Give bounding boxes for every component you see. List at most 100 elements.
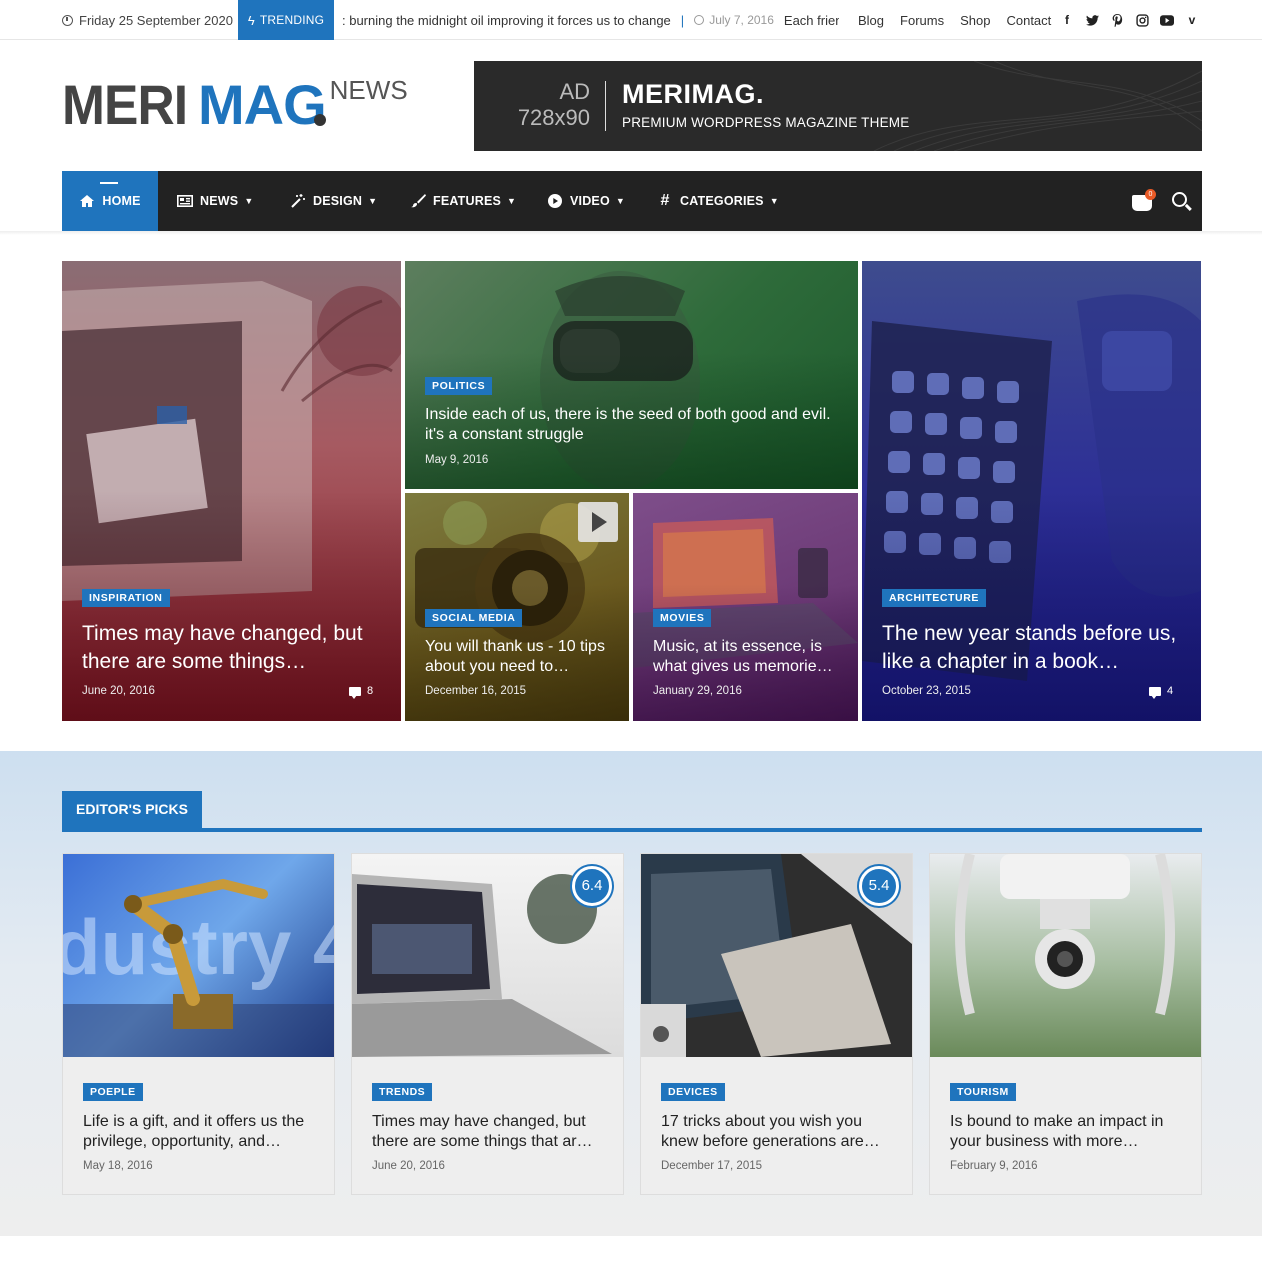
- post-date: May 18, 2016: [83, 1160, 153, 1172]
- ad-brand: MERIMAG.: [622, 79, 764, 109]
- editors-picks-section: EDITOR'S PICKS dustry 4.0 POEPLE Life is…: [0, 751, 1262, 1236]
- clock-icon: [694, 15, 705, 25]
- chevron-down-icon: ▼: [615, 196, 626, 206]
- twitter-icon[interactable]: [1085, 13, 1099, 27]
- category-badge[interactable]: POEPLE: [83, 1083, 143, 1101]
- review-score: 6.4: [572, 866, 612, 906]
- trending-label: ϟ TRENDING: [238, 0, 334, 40]
- hashtag-icon: #: [660, 192, 670, 209]
- robot-arm-image: dustry 4.0: [63, 854, 334, 1057]
- site-logo[interactable]: MERI MAG NEWS: [62, 73, 408, 136]
- link-blog[interactable]: Blog: [858, 13, 884, 28]
- youtube-icon[interactable]: [1160, 13, 1174, 27]
- active-indicator: [100, 182, 118, 184]
- pick-card-2[interactable]: 6.4 TRENDS Times may have changed, but t…: [351, 853, 624, 1195]
- post-date: December 17, 2015: [661, 1160, 763, 1172]
- nav-news[interactable]: NEWS ▼: [177, 171, 253, 231]
- pick-image-caption: dustry 4.0: [63, 903, 334, 991]
- category-badge[interactable]: ARCHITECTURE: [882, 589, 987, 607]
- link-contact[interactable]: Contact: [1006, 13, 1051, 28]
- newspaper-icon: [177, 195, 193, 207]
- chevron-down-icon: ▼: [244, 196, 254, 206]
- hero-post-4[interactable]: MOVIES Music, at its essence, is what gi…: [633, 493, 858, 721]
- post-title[interactable]: Life is a gift, and it offers us the pri…: [83, 1112, 323, 1152]
- hero-post-3[interactable]: SOCIAL MEDIA You will thank us - 10 tips…: [405, 493, 629, 721]
- category-badge[interactable]: TRENDS: [372, 1083, 433, 1101]
- post-title[interactable]: Times may have changed, but there are so…: [82, 620, 382, 676]
- post-date: June 20, 2016: [372, 1160, 445, 1172]
- chevron-down-icon: ▼: [769, 196, 779, 206]
- post-date: June 20, 2016: [82, 685, 155, 697]
- ticker-date: July 7, 2016: [694, 13, 774, 27]
- hero-post-1[interactable]: INSPIRATION Times may have changed, but …: [62, 261, 401, 721]
- post-title[interactable]: Times may have changed, but there are so…: [372, 1112, 612, 1152]
- chevron-down-icon: ▼: [368, 196, 378, 206]
- search-icon[interactable]: [1172, 192, 1187, 207]
- post-title[interactable]: Music, at its essence, is what gives us …: [653, 637, 843, 677]
- category-badge[interactable]: MOVIES: [653, 609, 712, 627]
- brush-icon: [410, 194, 426, 208]
- ticker-headline[interactable]: : burning the midnight oil improving it …: [342, 13, 671, 28]
- ad-tagline: PREMIUM WORDPRESS MAGAZINE THEME: [622, 115, 910, 130]
- ticker-next-headline[interactable]: Each frien: [784, 13, 839, 28]
- top-links: Blog Forums Shop Contact: [858, 0, 1067, 40]
- logo-dot: [314, 114, 326, 126]
- link-forums[interactable]: Forums: [900, 13, 944, 28]
- logo-part-1: MERI: [62, 73, 188, 136]
- cart-button[interactable]: 0: [1132, 189, 1156, 213]
- nav-home[interactable]: HOME: [62, 171, 158, 231]
- pick-card-1[interactable]: dustry 4.0 POEPLE Life is a gift, and it…: [62, 853, 335, 1195]
- ad-banner[interactable]: AD 728x90 MERIMAG. PREMIUM WORDPRESS MAG…: [474, 61, 1202, 151]
- link-shop[interactable]: Shop: [960, 13, 990, 28]
- clock-icon: [62, 14, 73, 26]
- pick-card-4[interactable]: TOURISM Is bound to make an impact in yo…: [929, 853, 1202, 1195]
- chevron-down-icon: ▼: [507, 196, 517, 206]
- vimeo-icon[interactable]: v: [1185, 13, 1199, 27]
- category-badge[interactable]: INSPIRATION: [82, 589, 170, 607]
- instagram-icon[interactable]: [1135, 13, 1149, 27]
- nav-video[interactable]: VIDEO ▼: [547, 171, 625, 231]
- nav-shadow: [0, 231, 1262, 235]
- hero-post-5[interactable]: ARCHITECTURE The new year stands before …: [862, 261, 1201, 721]
- hero-post-2[interactable]: POLITICS Inside each of us, there is the…: [405, 261, 858, 489]
- section-rule: [62, 828, 1202, 832]
- review-score: 5.4: [859, 866, 899, 906]
- post-title[interactable]: Is bound to make an impact in your busin…: [950, 1112, 1190, 1152]
- post-date: February 9, 2016: [950, 1160, 1038, 1172]
- category-badge[interactable]: DEVICES: [661, 1083, 725, 1101]
- trending-ticker[interactable]: : burning the midnight oil improving it …: [342, 0, 839, 40]
- cart-count-badge: 0: [1145, 189, 1156, 200]
- drone-image: [930, 854, 1201, 1057]
- logo-part-2: MAG: [198, 73, 327, 136]
- main-navigation: HOME NEWS ▼ DESIGN ▼ FEATURES ▼ VIDEO ▼ …: [62, 171, 1202, 231]
- current-date-text: Friday 25 September 2020: [79, 12, 233, 28]
- post-title[interactable]: You will thank us - 10 tips about you ne…: [425, 637, 615, 677]
- current-date: Friday 25 September 2020: [62, 0, 233, 40]
- bolt-icon: ϟ: [247, 12, 255, 28]
- magic-wand-icon: [290, 194, 306, 208]
- post-date: May 9, 2016: [425, 454, 489, 466]
- post-title[interactable]: Inside each of us, there is the seed of …: [425, 405, 835, 445]
- comment-icon: [1149, 686, 1161, 699]
- ad-size-label: AD 728x90: [517, 79, 590, 130]
- nav-categories[interactable]: # CATEGORIES ▼: [657, 171, 779, 231]
- category-badge[interactable]: SOCIAL MEDIA: [425, 609, 523, 627]
- post-title[interactable]: 17 tricks about you wish you knew before…: [661, 1112, 901, 1152]
- comment-count[interactable]: 8: [349, 685, 373, 699]
- post-date: October 23, 2015: [882, 685, 971, 697]
- ad-divider: [605, 81, 606, 131]
- comment-count[interactable]: 4: [1149, 685, 1173, 699]
- nav-features[interactable]: FEATURES ▼: [410, 171, 516, 231]
- pinterest-icon[interactable]: [1110, 13, 1124, 27]
- nav-design[interactable]: DESIGN ▼: [290, 171, 377, 231]
- post-title[interactable]: The new year stands before us, like a ch…: [882, 620, 1187, 676]
- pick-card-3[interactable]: 5.4 DEVICES 17 tricks about you wish you…: [640, 853, 913, 1195]
- facebook-icon[interactable]: f: [1060, 13, 1074, 27]
- category-badge[interactable]: TOURISM: [950, 1083, 1016, 1101]
- ticker-separator: |: [680, 12, 685, 28]
- play-circle-icon: [547, 194, 563, 208]
- comment-icon: [349, 686, 361, 699]
- section-heading: EDITOR'S PICKS: [62, 791, 202, 828]
- top-bar: Friday 25 September 2020 ϟ TRENDING : bu…: [0, 0, 1262, 40]
- category-badge[interactable]: POLITICS: [425, 377, 493, 395]
